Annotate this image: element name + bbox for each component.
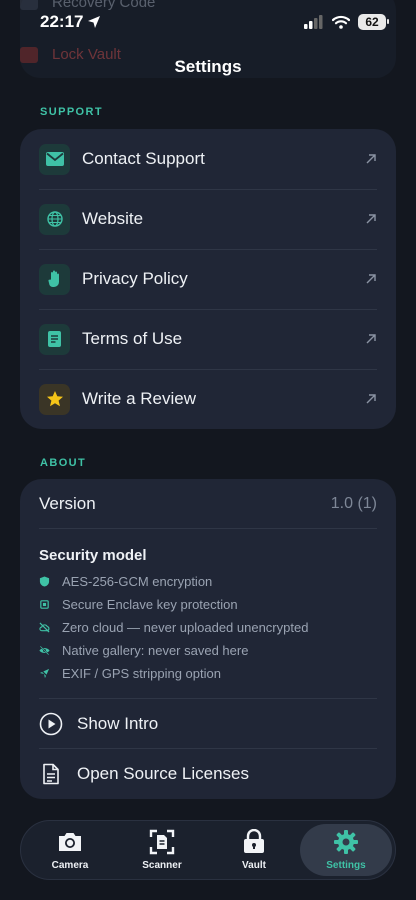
- privacy-policy-label: Privacy Policy: [82, 269, 188, 288]
- security-item: EXIF / GPS stripping option: [39, 662, 308, 685]
- security-model-title: Security model: [39, 547, 147, 564]
- tab-settings[interactable]: Settings: [300, 824, 392, 876]
- security-item-text: Native gallery: never saved here: [62, 643, 249, 658]
- tab-label: Settings: [326, 860, 366, 871]
- tab-bar: Camera Scanner Vault Settings: [20, 820, 396, 880]
- support-section-heading: SUPPORT: [40, 106, 103, 118]
- battery-indicator: 62: [358, 14, 389, 30]
- external-link-icon: [366, 334, 376, 344]
- security-item: Native gallery: never saved here: [39, 639, 308, 662]
- write-review-label: Write a Review: [82, 389, 196, 408]
- tab-label: Vault: [242, 860, 266, 871]
- hand-icon: [39, 263, 70, 295]
- time-label: 22:17: [40, 12, 84, 31]
- show-intro-label: Show Intro: [77, 714, 159, 733]
- security-item-text: EXIF / GPS stripping option: [62, 666, 221, 681]
- write-review-row[interactable]: Write a Review: [20, 369, 396, 429]
- location-arrow-icon: [88, 16, 101, 28]
- external-link-icon: [366, 274, 376, 284]
- security-item-text: Zero cloud — never uploaded unencrypted: [62, 620, 309, 635]
- support-card: Contact Support Website Privacy Policy T…: [20, 129, 396, 429]
- external-link-icon: [366, 394, 376, 404]
- status-indicators: 62: [304, 14, 389, 30]
- show-intro-row[interactable]: Show Intro: [20, 699, 396, 749]
- status-time: 22:17: [40, 12, 101, 32]
- about-card: Version 1.0 (1) Security model AES-256-G…: [20, 479, 396, 799]
- external-link-icon: [366, 154, 376, 164]
- eye-off-icon: [39, 645, 50, 656]
- contact-support-row[interactable]: Contact Support: [20, 129, 396, 189]
- tab-vault[interactable]: Vault: [208, 824, 300, 876]
- page-title: Settings: [174, 57, 242, 76]
- envelope-icon: [39, 143, 70, 175]
- security-item-text: AES-256-GCM encryption: [62, 574, 213, 589]
- privacy-policy-row[interactable]: Privacy Policy: [20, 249, 396, 309]
- security-item: Zero cloud — never uploaded unencrypted: [39, 616, 308, 639]
- vault-icon: [244, 829, 264, 853]
- tab-camera[interactable]: Camera: [24, 824, 116, 876]
- globe-icon: [39, 203, 70, 235]
- external-link-icon: [366, 214, 376, 224]
- terms-of-use-row[interactable]: Terms of Use: [20, 309, 396, 369]
- tab-label: Scanner: [142, 860, 182, 871]
- security-item: Secure Enclave key protection: [39, 593, 308, 616]
- contact-support-label: Contact Support: [82, 149, 205, 168]
- security-item: AES-256-GCM encryption: [39, 570, 308, 593]
- security-model-block: Security model AES-256-GCM encryption Se…: [39, 547, 308, 685]
- cloud-off-icon: [39, 622, 50, 633]
- scanner-icon: [149, 829, 175, 855]
- document-icon: [39, 323, 70, 355]
- star-icon: [39, 383, 70, 415]
- chip-icon: [40, 600, 49, 609]
- tab-scanner[interactable]: Scanner: [116, 824, 208, 876]
- about-section-heading: ABOUT: [40, 457, 87, 469]
- website-row[interactable]: Website: [20, 189, 396, 249]
- gear-icon: [334, 830, 358, 854]
- camera-icon: [59, 833, 81, 851]
- tab-label: Camera: [51, 860, 89, 871]
- website-label: Website: [82, 209, 144, 228]
- security-item-text: Secure Enclave key protection: [62, 597, 238, 612]
- play-circle-icon: [39, 712, 63, 736]
- shield-icon: [39, 576, 50, 587]
- version-row: Version 1.0 (1): [20, 479, 396, 529]
- version-label: Version: [39, 494, 96, 513]
- location-off-icon: [39, 668, 50, 679]
- divider: [39, 528, 377, 529]
- open-source-licenses-row[interactable]: Open Source Licenses: [20, 749, 396, 799]
- open-source-licenses-label: Open Source Licenses: [77, 764, 249, 783]
- status-bar: 22:17 62: [0, 0, 416, 44]
- terms-of-use-label: Terms of Use: [82, 329, 183, 348]
- version-value: 1.0 (1): [330, 495, 377, 512]
- wifi-icon: [332, 15, 350, 29]
- cellular-signal-icon: [304, 15, 323, 29]
- document-text-icon: [43, 763, 59, 785]
